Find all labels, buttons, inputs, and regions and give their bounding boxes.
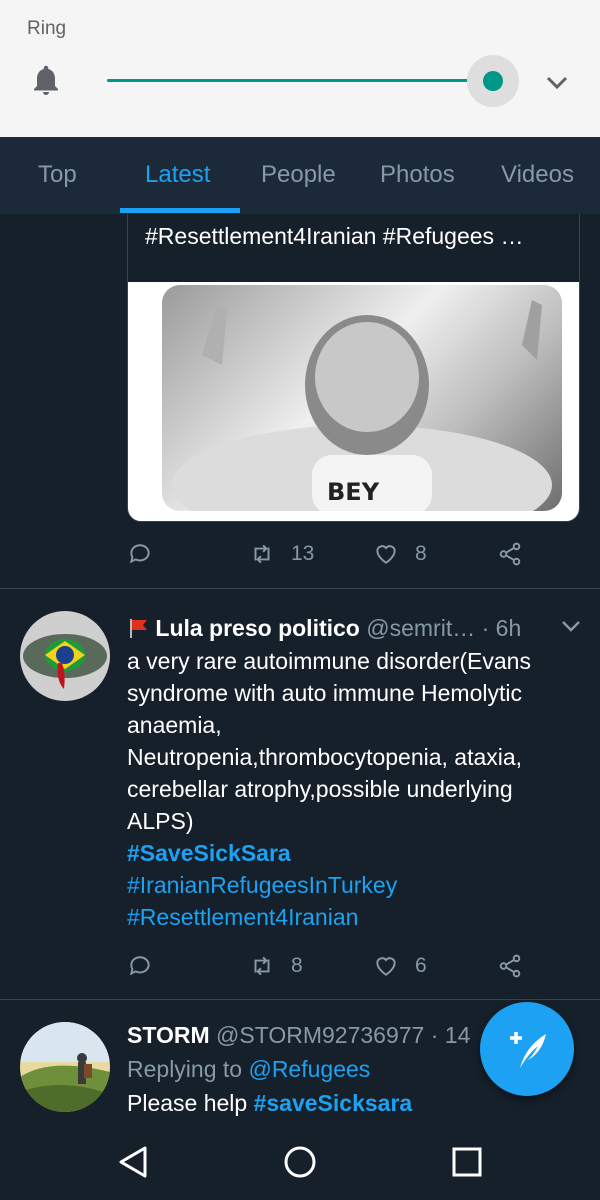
hashtag-link[interactable]: #IranianRefugeesInTurkey <box>127 869 572 901</box>
system-nav-bar <box>0 1122 600 1200</box>
recents-icon[interactable] <box>447 1142 487 1182</box>
tweet-actions: 8 6 <box>127 951 537 981</box>
avatar[interactable] <box>20 1022 110 1112</box>
share-icon <box>499 542 521 566</box>
tweet-divider <box>0 588 600 589</box>
replying-to-label: Replying to <box>127 1056 243 1082</box>
compose-feather-icon <box>510 1032 546 1068</box>
quoted-tweet-text: #Resettlement4Iranian #Refugees … <box>145 223 524 249</box>
replying-to: Replying to @Refugees <box>127 1056 370 1083</box>
tweet-divider <box>0 999 600 1000</box>
reply-button[interactable] <box>127 951 153 981</box>
tweet-text-line: anaemia, <box>127 712 222 738</box>
tweet-actions: 13 8 <box>127 539 537 569</box>
back-icon[interactable] <box>113 1142 153 1182</box>
retweet-button[interactable]: 8 <box>249 951 303 981</box>
retweet-button[interactable]: 13 <box>249 539 314 569</box>
active-tab-indicator <box>120 208 240 213</box>
quoted-tweet-text-area: #Resettlement4Iranian #Refugees … <box>128 214 579 282</box>
home-icon[interactable] <box>280 1142 320 1182</box>
volume-slider-thumb[interactable] <box>483 71 503 91</box>
like-count: 8 <box>415 542 427 565</box>
reply-icon <box>129 956 150 976</box>
tweet-text: Please help #saveSicksara <box>127 1090 412 1117</box>
reply-button[interactable] <box>127 539 153 569</box>
quoted-tweet-photo[interactable]: BEY <box>162 285 562 511</box>
share-button[interactable] <box>497 951 523 981</box>
volume-panel: Ring <box>0 0 600 137</box>
hashtag-link[interactable]: #saveSicksara <box>254 1090 413 1116</box>
hashtag-link[interactable]: #SaveSickSara <box>127 837 572 869</box>
retweet-count: 13 <box>291 542 315 565</box>
avatar[interactable] <box>20 611 110 701</box>
retweet-icon <box>254 544 270 564</box>
tweet-header: STORM @STORM92736977 · 14 <box>127 1022 487 1049</box>
chevron-down-icon[interactable] <box>560 619 582 633</box>
bell-icon[interactable] <box>28 62 64 98</box>
tweet-time: · 6h <box>481 615 522 641</box>
tweet-text-line: syndrome with auto immune Hemolytic <box>127 680 522 706</box>
red-flag-icon <box>127 617 149 639</box>
tweet-time: · 14 <box>430 1022 471 1048</box>
tweet-text: a very rare autoimmune disorder(Evans sy… <box>127 645 572 933</box>
svg-text:BEY: BEY <box>327 478 380 506</box>
tab-videos[interactable]: Videos <box>501 161 574 189</box>
tweet-text-line: cerebellar atrophy,possible underlying <box>127 776 513 802</box>
tweet-header: Lula preso politico @semrit… · 6h <box>127 614 582 642</box>
author-handle[interactable]: @semrit… <box>366 615 475 641</box>
chevron-down-icon[interactable] <box>543 70 571 94</box>
tweet-text-line: Neutropenia,thrombocytopenia, ataxia, <box>127 744 523 770</box>
retweet-icon <box>254 956 270 976</box>
compose-tweet-button[interactable] <box>480 1002 574 1096</box>
author-name[interactable]: STORM <box>127 1022 210 1048</box>
quoted-tweet-card[interactable]: #Resettlement4Iranian #Refugees … BEY <box>127 214 580 522</box>
tab-top[interactable]: Top <box>38 161 77 189</box>
like-count: 6 <box>415 954 427 977</box>
tweet-text-line: a very rare autoimmune disorder(Evans <box>127 648 531 674</box>
tab-photos[interactable]: Photos <box>380 161 455 189</box>
retweet-count: 8 <box>291 954 303 977</box>
heart-icon <box>376 957 396 976</box>
tweet-text-line: Please help <box>127 1090 248 1116</box>
reply-icon <box>129 544 150 564</box>
like-button[interactable]: 6 <box>373 951 427 981</box>
hashtag-link[interactable]: #Resettlement4Iranian <box>127 901 572 933</box>
volume-slider-track[interactable] <box>107 79 493 82</box>
share-button[interactable] <box>497 539 523 569</box>
author-handle[interactable]: @STORM92736977 <box>216 1022 424 1048</box>
share-icon <box>499 954 521 978</box>
tweet-text-line: ALPS) <box>127 808 194 834</box>
heart-icon <box>376 545 396 564</box>
like-button[interactable]: 8 <box>373 539 427 569</box>
tab-latest[interactable]: Latest <box>145 161 210 189</box>
author-name[interactable]: Lula preso politico <box>155 615 359 641</box>
replying-to-link[interactable]: @Refugees <box>248 1056 370 1082</box>
volume-stream-title: Ring <box>27 18 67 39</box>
search-tabs: Top Latest People Photos Videos <box>0 137 600 214</box>
tab-people[interactable]: People <box>261 161 336 189</box>
